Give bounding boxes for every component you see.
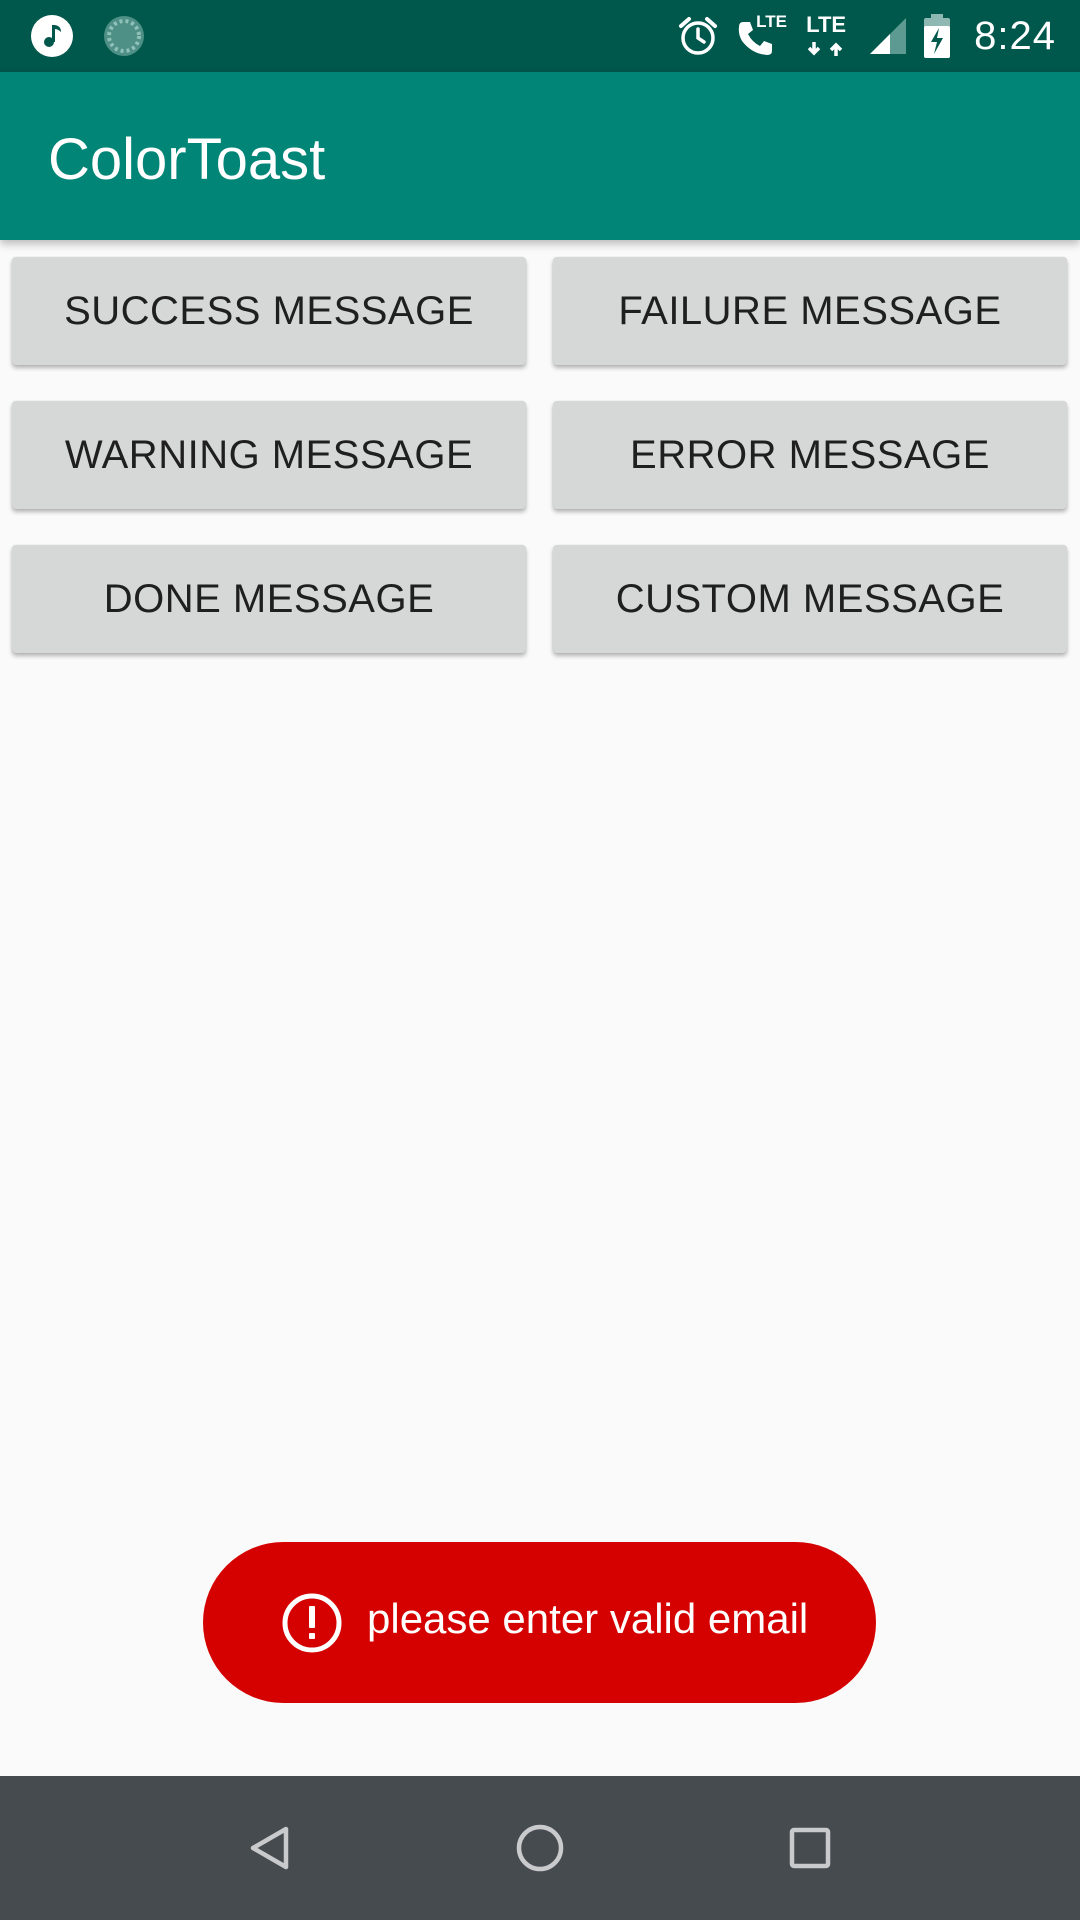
app-title: ColorToast <box>48 127 326 192</box>
toast-message: please enter valid email <box>367 1594 809 1642</box>
lte-data-icon: LTE <box>804 12 854 60</box>
alarm-icon <box>676 14 720 58</box>
volte-call-icon: LTE <box>734 12 790 60</box>
success-message-button[interactable]: SUCCESS MESSAGE <box>12 257 526 365</box>
recents-button[interactable] <box>774 1812 846 1884</box>
error-message-button[interactable]: ERROR MESSAGE <box>553 401 1067 509</box>
error-toast: please enter valid email <box>203 1542 876 1703</box>
status-bar: LTE LTE 8:24 <box>0 0 1080 72</box>
battery-charging-icon <box>922 12 952 60</box>
volte-label: LTE <box>756 12 787 31</box>
navigation-bar <box>0 1776 1080 1920</box>
back-button[interactable] <box>234 1812 306 1884</box>
status-right-icons: LTE LTE 8:24 <box>676 10 1056 62</box>
status-left-icons <box>30 14 146 58</box>
failure-message-button[interactable]: FAILURE MESSAGE <box>553 257 1067 365</box>
music-icon <box>30 14 74 58</box>
custom-message-button[interactable]: CUSTOM MESSAGE <box>553 545 1067 653</box>
lte-label: LTE <box>806 12 847 37</box>
app-bar: ColorToast <box>0 72 1080 240</box>
home-icon <box>514 1822 566 1874</box>
warning-message-button[interactable]: WARNING MESSAGE <box>12 401 526 509</box>
sync-icon <box>102 14 146 58</box>
recents-icon <box>787 1825 833 1871</box>
status-time: 8:24 <box>974 13 1056 58</box>
signal-icon <box>868 16 908 56</box>
error-exclamation-icon <box>281 1592 343 1654</box>
home-button[interactable] <box>504 1812 576 1884</box>
back-icon <box>246 1824 294 1872</box>
done-message-button[interactable]: DONE MESSAGE <box>12 545 526 653</box>
